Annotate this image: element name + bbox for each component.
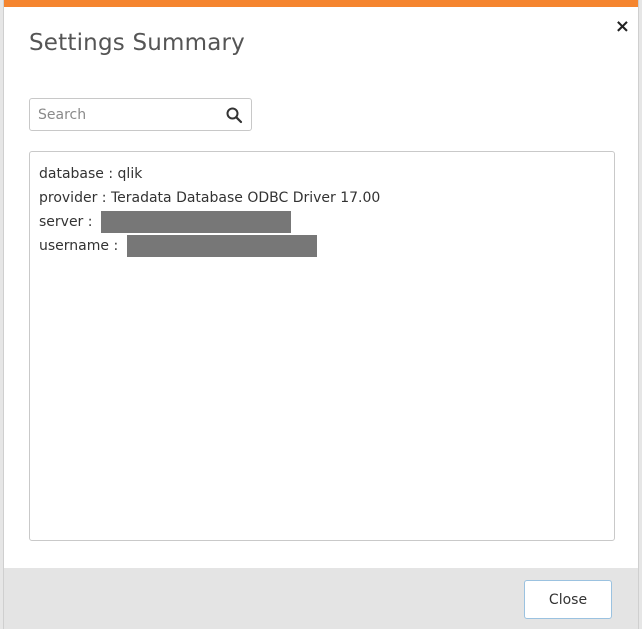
search-box xyxy=(29,98,252,131)
dialog-footer: Close xyxy=(4,568,638,629)
summary-key: database xyxy=(39,166,104,182)
summary-separator: : xyxy=(97,190,111,206)
search-input[interactable] xyxy=(38,104,218,125)
close-icon[interactable]: × xyxy=(615,18,630,36)
summary-separator: : xyxy=(109,238,123,254)
dialog-title: Settings Summary xyxy=(29,30,245,56)
redacted-username-value xyxy=(126,235,317,257)
summary-row-username: username : xyxy=(39,234,605,258)
settings-summary-dialog: Settings Summary × database : qlik provi… xyxy=(3,0,639,629)
summary-row-database: database : qlik xyxy=(39,162,605,186)
summary-separator: : xyxy=(83,214,97,230)
summary-row-server: server : xyxy=(39,210,605,234)
redacted-server-value xyxy=(100,211,291,233)
summary-row-provider: provider : Teradata Database ODBC Driver… xyxy=(39,186,605,210)
summary-key: server xyxy=(39,214,84,230)
settings-summary-list: database : qlik provider : Teradata Data… xyxy=(29,151,615,541)
summary-value: qlik xyxy=(117,166,143,182)
search-icon[interactable] xyxy=(225,106,243,124)
summary-value: Teradata Database ODBC Driver 17.00 xyxy=(110,190,381,206)
summary-separator: : xyxy=(103,166,118,182)
accent-bar xyxy=(4,0,638,7)
close-button[interactable]: Close xyxy=(524,580,612,619)
summary-key: provider xyxy=(39,190,98,206)
summary-key: username xyxy=(39,238,109,254)
